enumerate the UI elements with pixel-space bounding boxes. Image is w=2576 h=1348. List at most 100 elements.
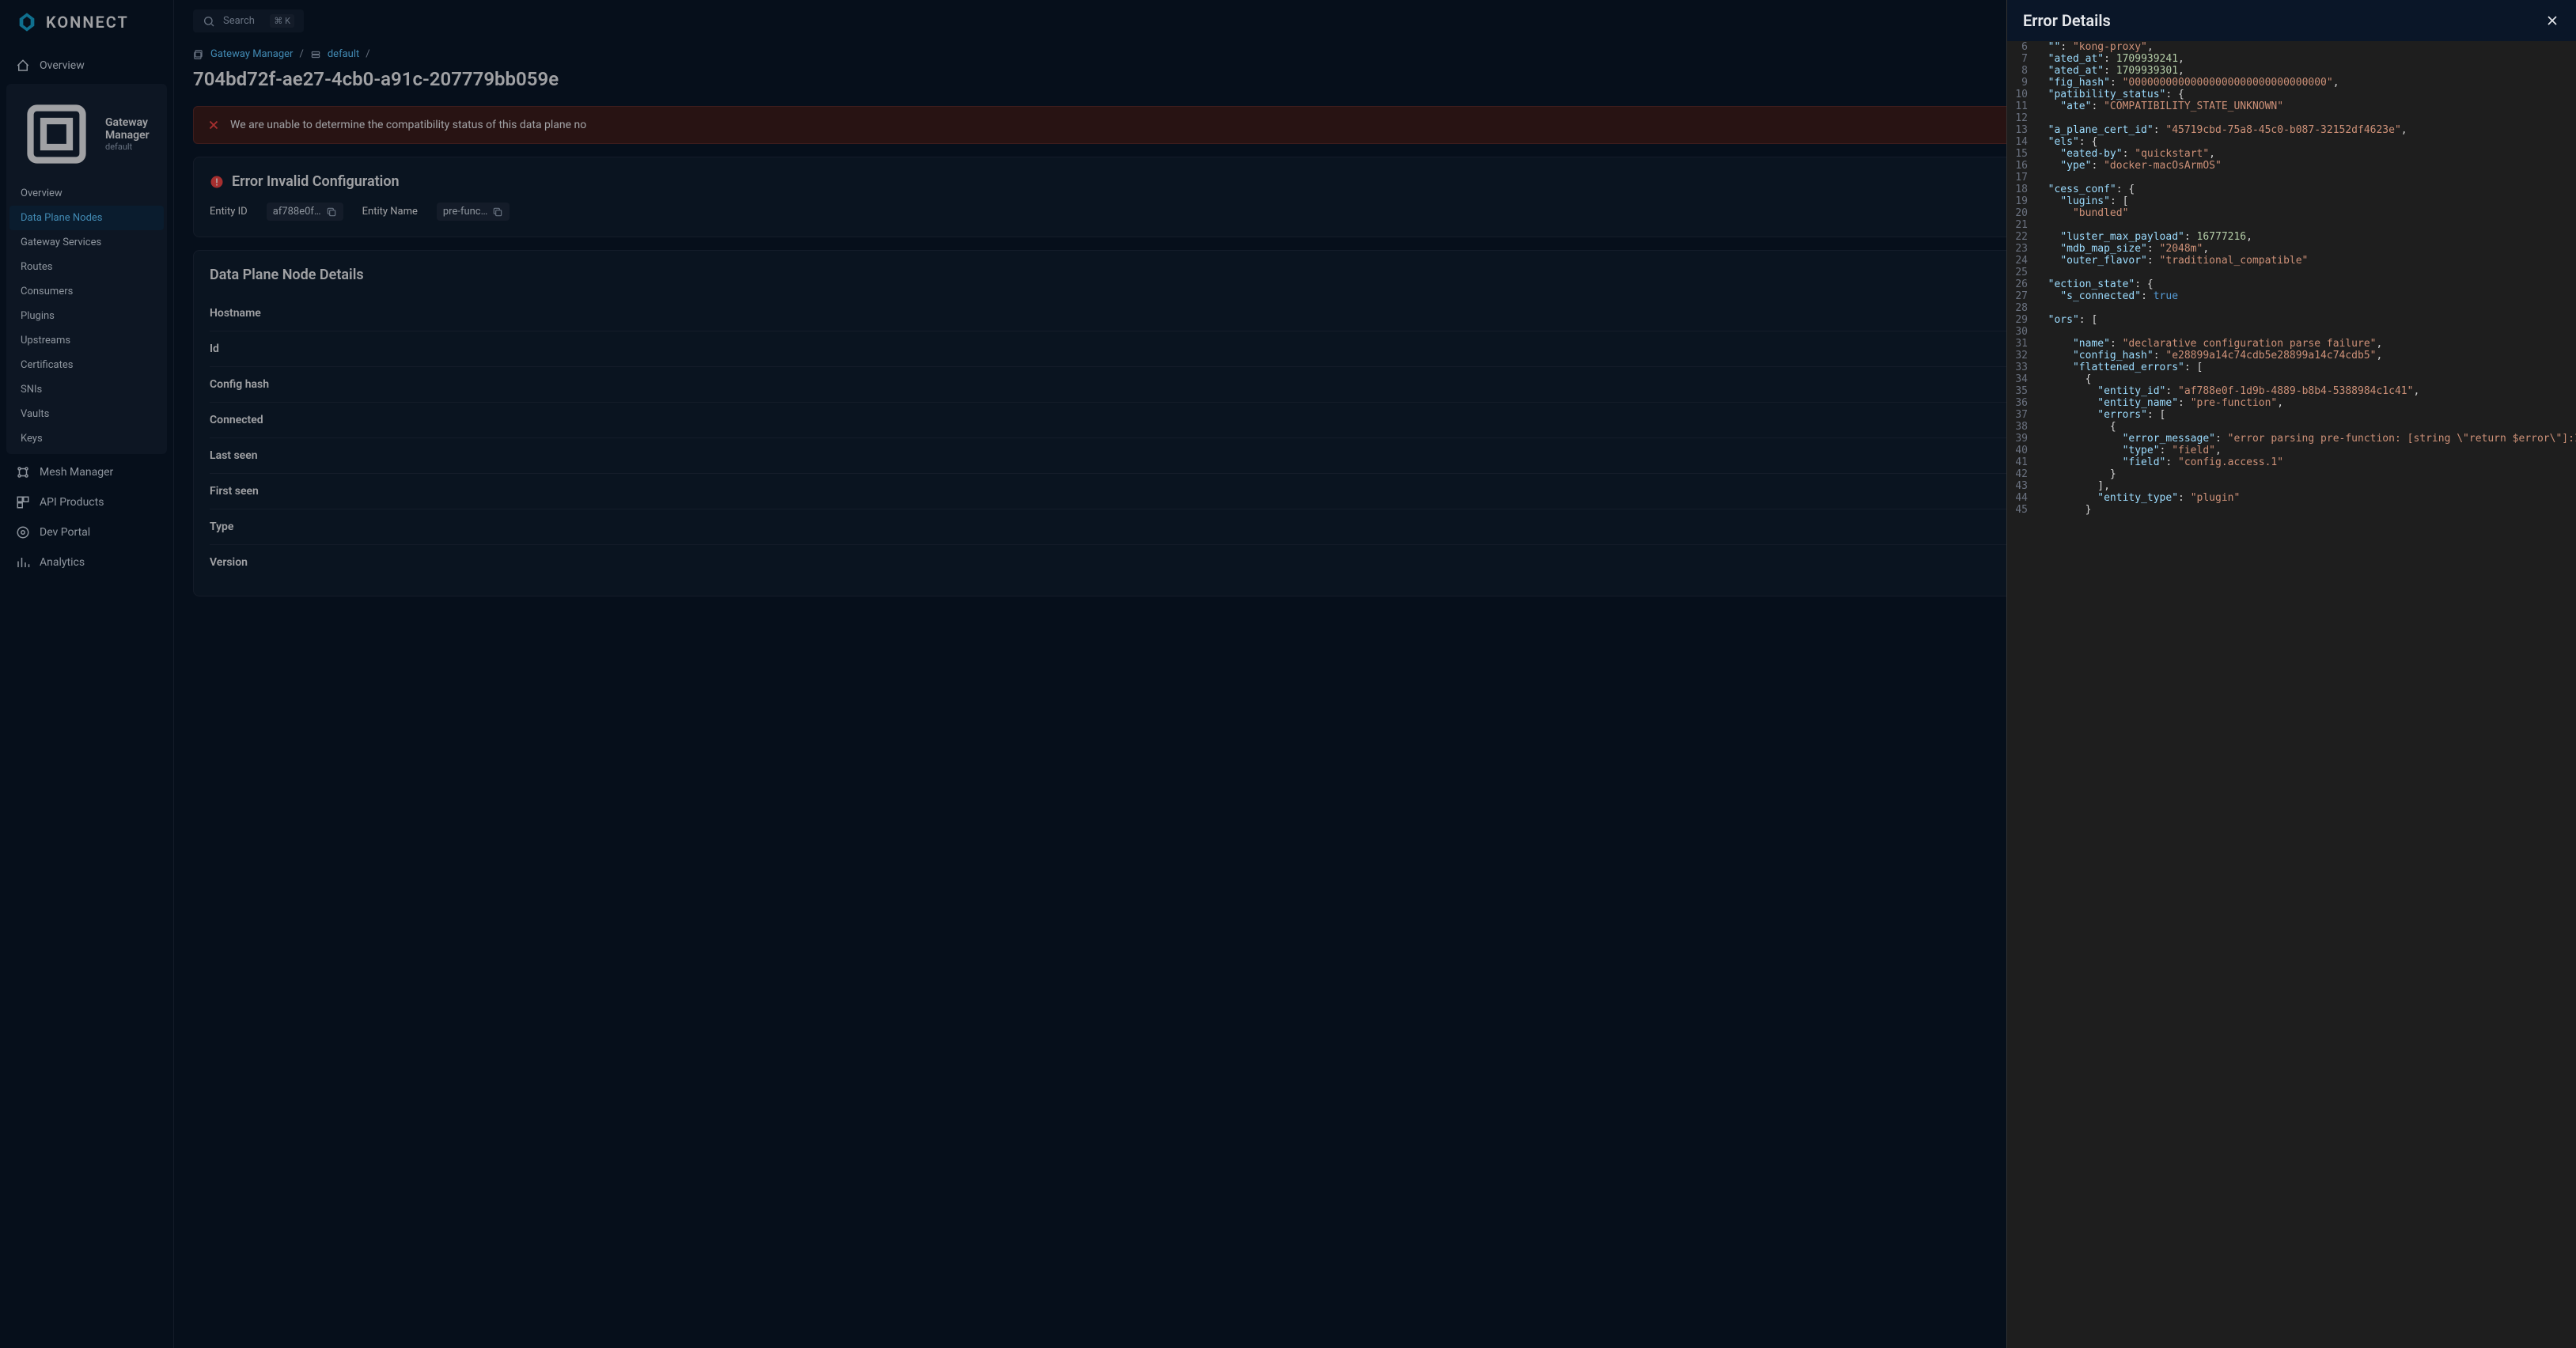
line-number: 29 bbox=[2007, 314, 2036, 326]
code-line: 29 "ors": [ bbox=[2007, 314, 2576, 326]
code-line: 31 "name": "declarative configuration pa… bbox=[2007, 338, 2576, 350]
code-line: 8 "ated_at": 1709939301, bbox=[2007, 65, 2576, 77]
line-content: "cess_conf": { bbox=[2036, 184, 2576, 195]
code-line: 18 "cess_conf": { bbox=[2007, 184, 2576, 195]
code-line: 22 "luster_max_payload": 16777216, bbox=[2007, 231, 2576, 243]
line-number: 21 bbox=[2007, 219, 2036, 231]
line-number: 38 bbox=[2007, 421, 2036, 433]
code-line: 9 "fig_hash": "0000000000000000000000000… bbox=[2007, 77, 2576, 89]
line-content: "s_connected": true bbox=[2036, 290, 2576, 302]
line-number: 7 bbox=[2007, 53, 2036, 65]
code-line: 13 "a_plane_cert_id": "45719cbd-75a8-45c… bbox=[2007, 124, 2576, 136]
line-content: { bbox=[2036, 421, 2576, 433]
code-line: 15 "eated-by": "quickstart", bbox=[2007, 148, 2576, 160]
line-number: 14 bbox=[2007, 136, 2036, 148]
code-line: 7 "ated_at": 1709939241, bbox=[2007, 53, 2576, 65]
line-number: 39 bbox=[2007, 433, 2036, 445]
code-line: 17 bbox=[2007, 172, 2576, 184]
panel-header: Error Details bbox=[2007, 0, 2576, 41]
line-content: "ate": "COMPATIBILITY_STATE_UNKNOWN" bbox=[2036, 100, 2576, 112]
code-line: 44 "entity_type": "plugin" bbox=[2007, 492, 2576, 504]
line-number: 9 bbox=[2007, 77, 2036, 89]
line-number: 19 bbox=[2007, 195, 2036, 207]
line-content: "errors": [ bbox=[2036, 409, 2576, 421]
line-number: 35 bbox=[2007, 385, 2036, 397]
code-line: 24 "outer_flavor": "traditional_compatib… bbox=[2007, 255, 2576, 267]
line-content: } bbox=[2036, 468, 2576, 480]
line-content bbox=[2036, 112, 2576, 124]
line-content: "els": { bbox=[2036, 136, 2576, 148]
line-number: 36 bbox=[2007, 397, 2036, 409]
line-number: 28 bbox=[2007, 302, 2036, 314]
line-number: 15 bbox=[2007, 148, 2036, 160]
line-number: 23 bbox=[2007, 243, 2036, 255]
code-line: 27 "s_connected": true bbox=[2007, 290, 2576, 302]
line-content: "a_plane_cert_id": "45719cbd-75a8-45c0-b… bbox=[2036, 124, 2576, 136]
line-content bbox=[2036, 326, 2576, 338]
code-line: 6 "": "kong-proxy", bbox=[2007, 41, 2576, 53]
line-number: 27 bbox=[2007, 290, 2036, 302]
code-line: 19 "lugins": [ bbox=[2007, 195, 2576, 207]
code-line: 12 bbox=[2007, 112, 2576, 124]
code-line: 43 ], bbox=[2007, 480, 2576, 492]
code-line: 42 } bbox=[2007, 468, 2576, 480]
line-content: "name": "declarative configuration parse… bbox=[2036, 338, 2576, 350]
line-number: 31 bbox=[2007, 338, 2036, 350]
line-number: 8 bbox=[2007, 65, 2036, 77]
line-content: "outer_flavor": "traditional_compatible" bbox=[2036, 255, 2576, 267]
line-content: "ated_at": 1709939241, bbox=[2036, 53, 2576, 65]
line-content bbox=[2036, 267, 2576, 278]
code-line: 30 bbox=[2007, 326, 2576, 338]
line-content: "luster_max_payload": 16777216, bbox=[2036, 231, 2576, 243]
line-content: } bbox=[2036, 504, 2576, 516]
line-number: 44 bbox=[2007, 492, 2036, 504]
line-number: 43 bbox=[2007, 480, 2036, 492]
line-content: "ection_state": { bbox=[2036, 278, 2576, 290]
code-line: 45 } bbox=[2007, 504, 2576, 516]
line-number: 33 bbox=[2007, 362, 2036, 373]
code-line: 33 "flattened_errors": [ bbox=[2007, 362, 2576, 373]
code-line: 25 bbox=[2007, 267, 2576, 278]
line-number: 30 bbox=[2007, 326, 2036, 338]
line-content: "ype": "docker-macOsArmOS" bbox=[2036, 160, 2576, 172]
line-number: 6 bbox=[2007, 41, 2036, 53]
line-number: 18 bbox=[2007, 184, 2036, 195]
line-content: "": "kong-proxy", bbox=[2036, 41, 2576, 53]
error-details-panel: Error Details 6 "": "kong-proxy",7 "ated… bbox=[2006, 0, 2576, 1348]
code-line: 23 "mdb_map_size": "2048m", bbox=[2007, 243, 2576, 255]
code-line: 11 "ate": "COMPATIBILITY_STATE_UNKNOWN" bbox=[2007, 100, 2576, 112]
code-line: 26 "ection_state": { bbox=[2007, 278, 2576, 290]
line-content bbox=[2036, 172, 2576, 184]
line-content: "type": "field", bbox=[2036, 445, 2576, 456]
line-content: "config_hash": "e28899a14c74cdb5e28899a1… bbox=[2036, 350, 2576, 362]
line-number: 12 bbox=[2007, 112, 2036, 124]
line-number: 41 bbox=[2007, 456, 2036, 468]
line-number: 16 bbox=[2007, 160, 2036, 172]
panel-title: Error Details bbox=[2023, 11, 2111, 30]
line-number: 37 bbox=[2007, 409, 2036, 421]
line-content: "mdb_map_size": "2048m", bbox=[2036, 243, 2576, 255]
line-content: "eated-by": "quickstart", bbox=[2036, 148, 2576, 160]
close-icon[interactable] bbox=[2544, 13, 2560, 28]
line-number: 45 bbox=[2007, 504, 2036, 516]
line-number: 11 bbox=[2007, 100, 2036, 112]
line-content: "entity_id": "af788e0f-1d9b-4889-b8b4-53… bbox=[2036, 385, 2576, 397]
code-line: 39 "error_message": "error parsing pre-f… bbox=[2007, 433, 2576, 445]
line-content: "error_message": "error parsing pre-func… bbox=[2036, 433, 2576, 445]
line-content: { bbox=[2036, 373, 2576, 385]
line-content bbox=[2036, 219, 2576, 231]
line-number: 13 bbox=[2007, 124, 2036, 136]
code-line: 14 "els": { bbox=[2007, 136, 2576, 148]
line-content: "lugins": [ bbox=[2036, 195, 2576, 207]
line-content: "ors": [ bbox=[2036, 314, 2576, 326]
line-number: 32 bbox=[2007, 350, 2036, 362]
line-number: 25 bbox=[2007, 267, 2036, 278]
code-line: 32 "config_hash": "e28899a14c74cdb5e2889… bbox=[2007, 350, 2576, 362]
line-content: "patibility_status": { bbox=[2036, 89, 2576, 100]
code-line: 16 "ype": "docker-macOsArmOS" bbox=[2007, 160, 2576, 172]
line-number: 40 bbox=[2007, 445, 2036, 456]
code-block[interactable]: 6 "": "kong-proxy",7 "ated_at": 17099392… bbox=[2007, 41, 2576, 1348]
code-line: 20 "bundled" bbox=[2007, 207, 2576, 219]
code-line: 37 "errors": [ bbox=[2007, 409, 2576, 421]
line-content: "fig_hash": "000000000000000000000000000… bbox=[2036, 77, 2576, 89]
